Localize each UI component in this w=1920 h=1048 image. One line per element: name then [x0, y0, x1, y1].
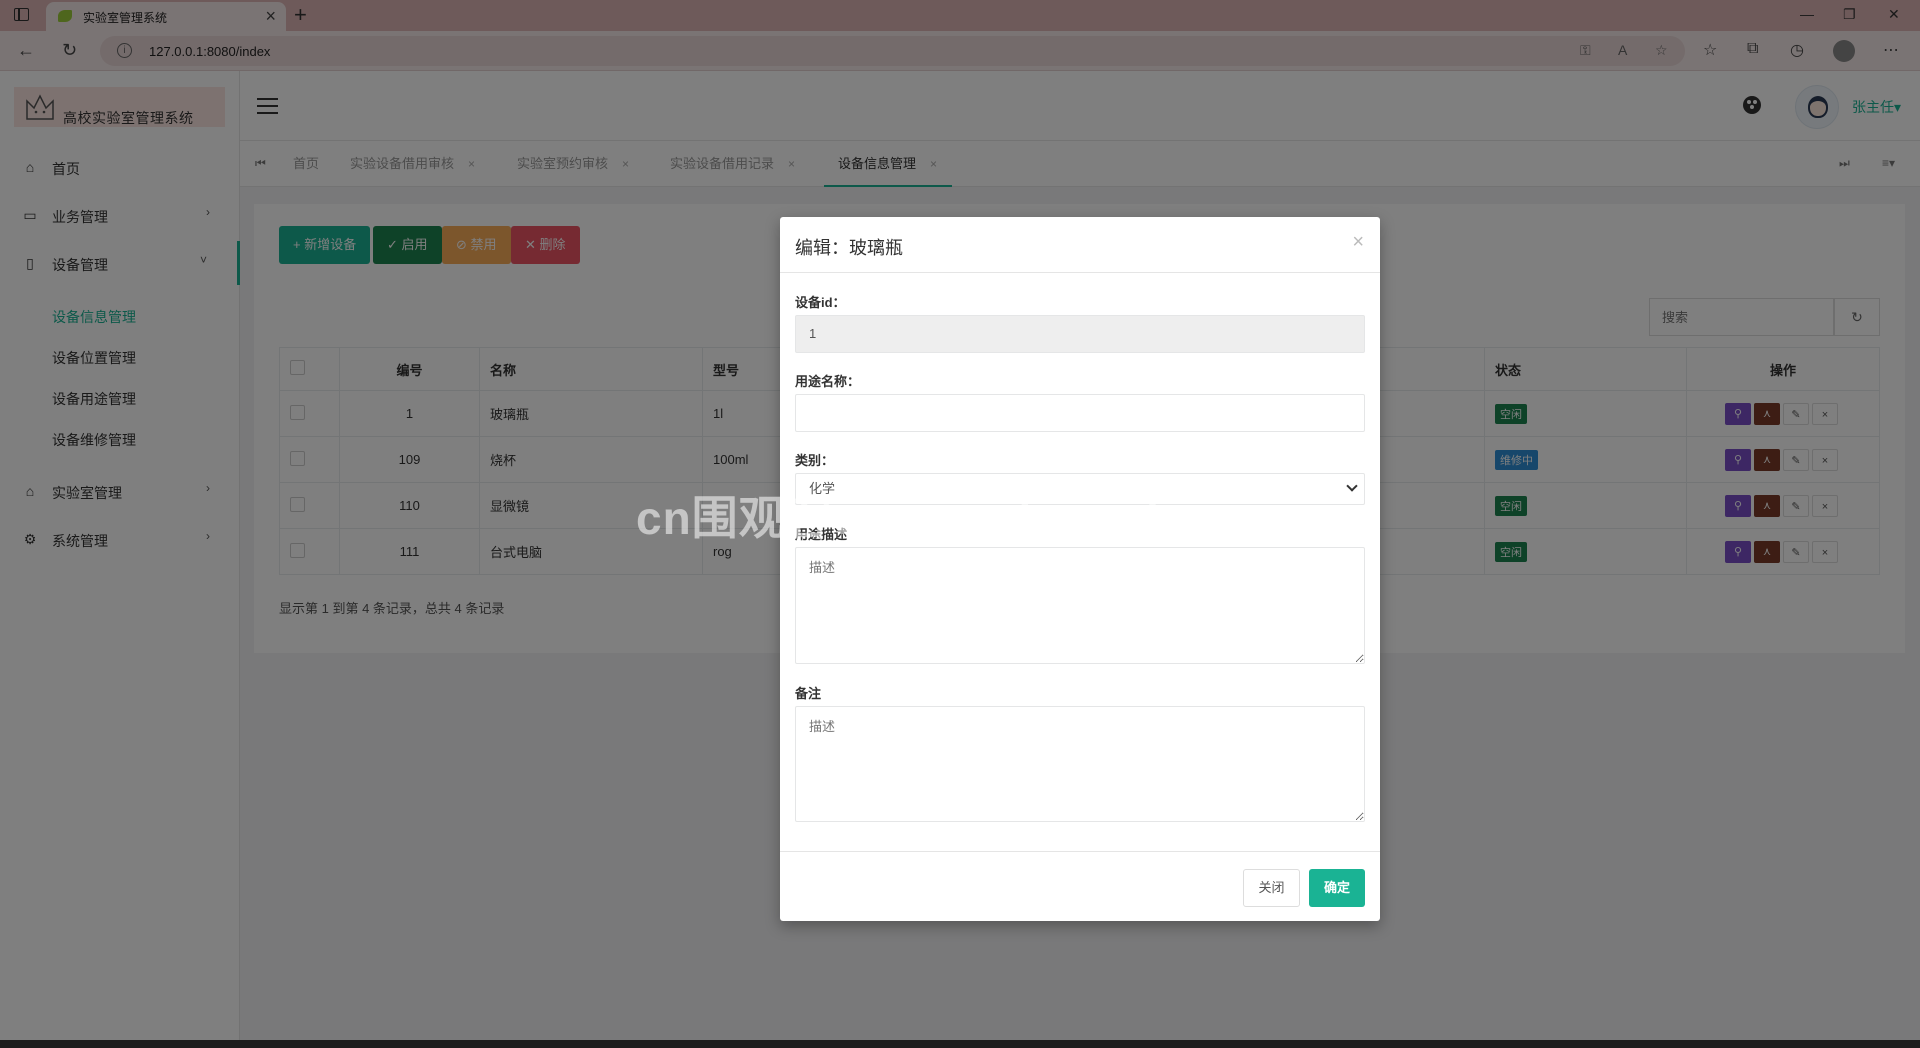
purpose-name-label: 用途名称：	[795, 374, 861, 389]
close-button[interactable]: 关闭	[1243, 869, 1300, 907]
device-id-field: 1	[795, 315, 1365, 353]
modal-title: 编辑：玻璃瓶	[795, 238, 903, 258]
chevron-down-icon	[1346, 480, 1358, 492]
confirm-button[interactable]: 确定	[1309, 869, 1365, 907]
watermark-text: cn围观客www.weiguanke.cn	[636, 492, 1269, 544]
description-textarea[interactable]	[795, 547, 1365, 664]
taskbar	[0, 1040, 1920, 1048]
remark-label: 备注	[795, 686, 822, 701]
remark-textarea[interactable]	[795, 706, 1365, 822]
category-label: 类别：	[795, 453, 835, 468]
device-id-label: 设备id：	[795, 295, 846, 310]
close-icon[interactable]: ×	[1352, 231, 1364, 254]
edit-device-modal: 编辑：玻璃瓶 × 设备id： 1 用途名称： 类别： 化学 用途描述 备注 关闭…	[780, 217, 1380, 921]
modal-header: 编辑：玻璃瓶 ×	[780, 217, 1380, 273]
purpose-name-input[interactable]	[795, 394, 1365, 432]
modal-footer: 关闭 确定	[780, 851, 1380, 921]
